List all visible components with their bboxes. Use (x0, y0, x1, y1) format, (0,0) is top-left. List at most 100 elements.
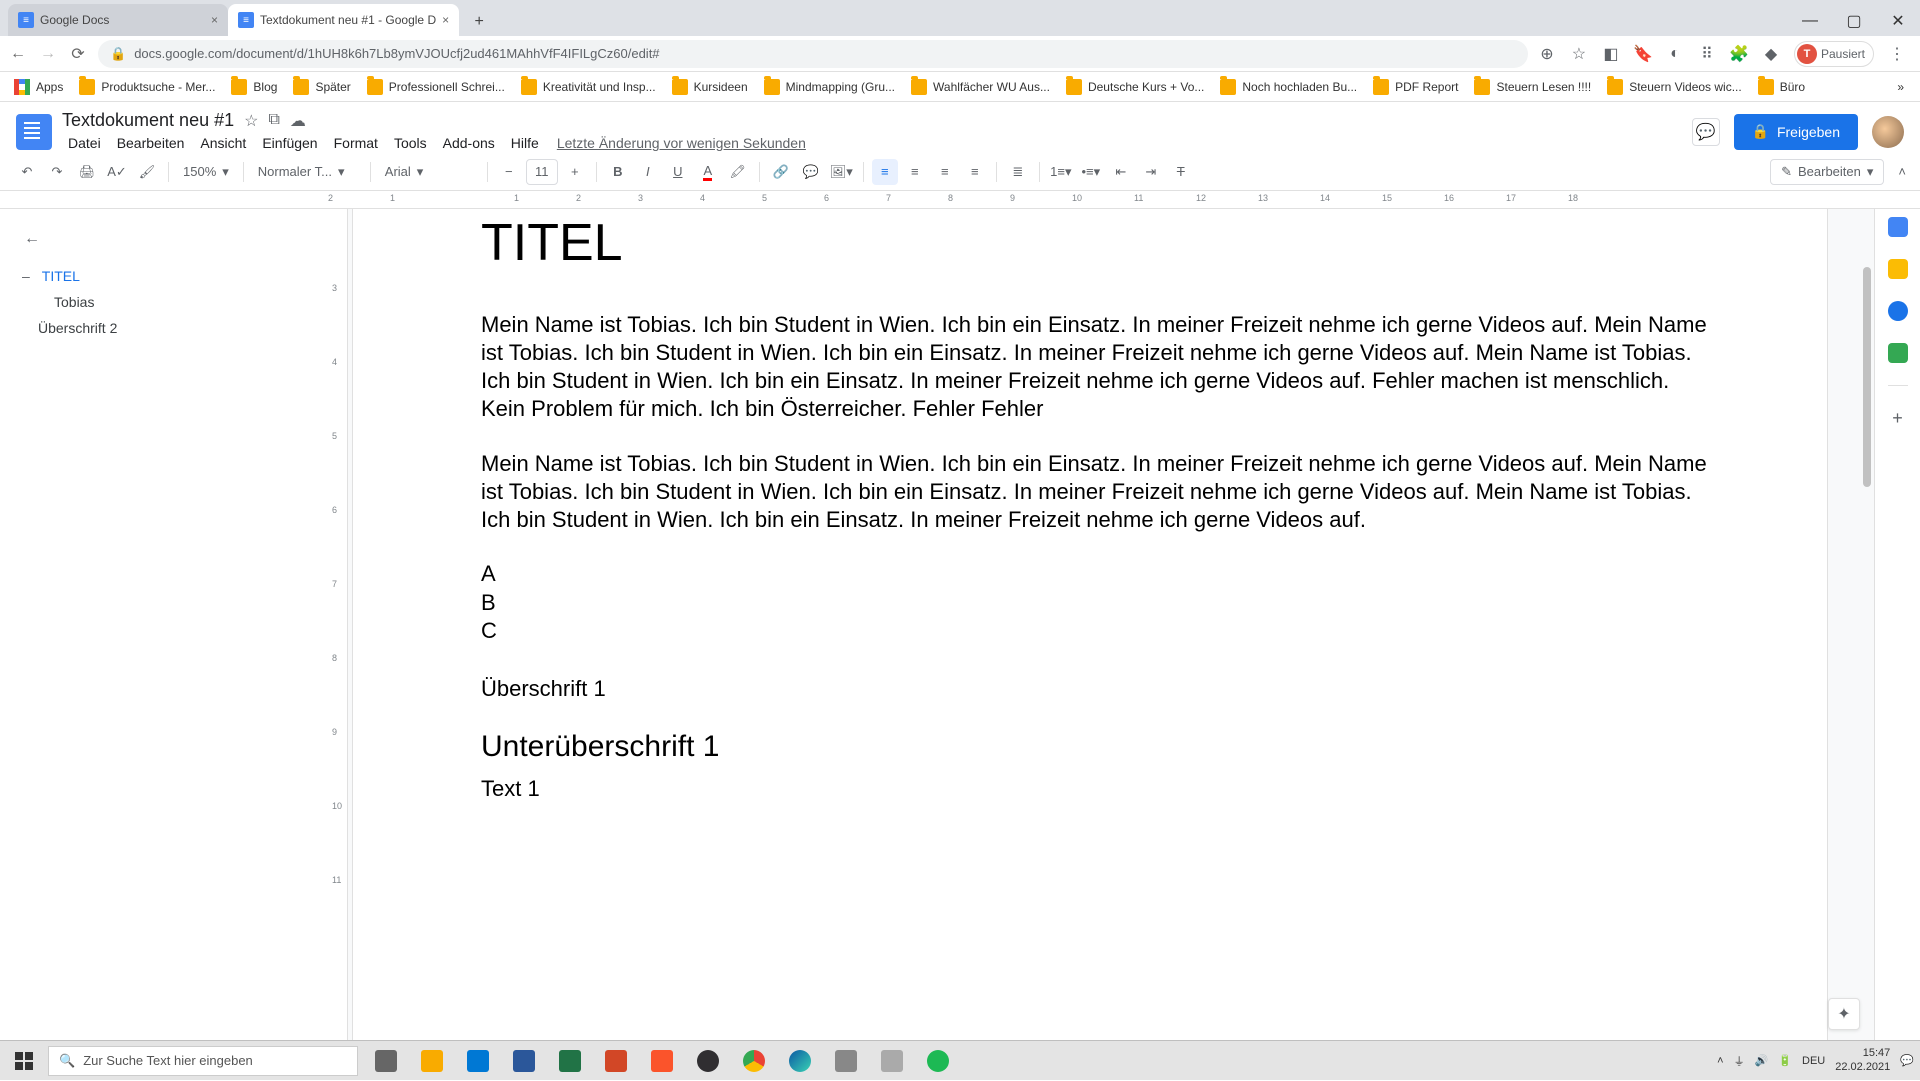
print-button[interactable]: 🖨 (74, 159, 100, 185)
text-color-button[interactable]: A (695, 159, 721, 185)
clear-formatting-button[interactable]: T (1168, 159, 1194, 185)
chrome-app[interactable] (732, 1041, 776, 1081)
paragraph[interactable]: Mein Name ist Tobias. Ich bin Student in… (481, 311, 1711, 424)
insert-comment-button[interactable]: 💬 (798, 159, 824, 185)
keep-addon-icon[interactable] (1888, 259, 1908, 279)
maximize-button[interactable]: ▢ (1832, 6, 1876, 36)
line-spacing-button[interactable]: ≣ (1005, 159, 1031, 185)
menu-icon[interactable]: ⋮ (1888, 45, 1906, 63)
editing-mode-select[interactable]: ✎ Bearbeiten ▾ (1770, 159, 1884, 185)
align-left-button[interactable]: ≡ (872, 159, 898, 185)
font-size-increase[interactable]: + (562, 159, 588, 185)
tray-chevron-up-icon[interactable]: ˄ (1717, 1055, 1723, 1067)
bookmark-item[interactable]: Kursideen (666, 76, 754, 98)
docs-home-button[interactable] (16, 114, 52, 150)
back-button[interactable]: ← (8, 44, 28, 64)
font-family-select[interactable]: Arial▾ (379, 159, 479, 185)
heading-1[interactable]: TITEL (481, 213, 1711, 273)
calendar-addon-icon[interactable] (1888, 217, 1908, 237)
tasks-addon-icon[interactable] (1888, 301, 1908, 321)
browser-tab[interactable]: ≡ Google Docs × (8, 4, 228, 36)
obs-app[interactable] (686, 1041, 730, 1081)
spellcheck-button[interactable]: A✓ (104, 159, 130, 185)
scrollbar-thumb[interactable] (1863, 267, 1871, 487)
bookmark-item[interactable]: Mindmapping (Gru... (758, 76, 901, 98)
horizontal-ruler[interactable]: 21123456789101112131415161718 (0, 191, 1920, 209)
clock[interactable]: 15:47 22.02.2021 (1835, 1047, 1890, 1073)
brave-app[interactable] (640, 1041, 684, 1081)
bookmark-item[interactable]: PDF Report (1367, 76, 1464, 98)
menu-hilfe[interactable]: Hilfe (505, 133, 545, 153)
extension-icon[interactable]: ◧ (1602, 45, 1620, 63)
mail-app[interactable] (456, 1041, 500, 1081)
decrease-indent-button[interactable]: ⇤ (1108, 159, 1134, 185)
vertical-ruler[interactable]: 34567891011 (328, 209, 348, 1040)
contacts-addon-icon[interactable] (1888, 343, 1908, 363)
star-icon[interactable]: ☆ (1570, 45, 1588, 63)
reload-button[interactable]: ⟳ (68, 44, 88, 64)
notepad-app[interactable] (824, 1041, 868, 1081)
network-icon[interactable]: ⏚ (1734, 1053, 1745, 1069)
menu-tools[interactable]: Tools (388, 133, 433, 153)
extension-icon[interactable]: ◆ (1762, 45, 1780, 63)
font-size-decrease[interactable]: − (496, 159, 522, 185)
zoom-icon[interactable]: ⊕ (1538, 45, 1556, 63)
menu-einfuegen[interactable]: Einfügen (256, 133, 323, 153)
bulleted-list-button[interactable]: •≡▾ (1078, 159, 1104, 185)
menu-bearbeiten[interactable]: Bearbeiten (111, 133, 191, 153)
spotify-app[interactable] (916, 1041, 960, 1081)
paragraph-style-select[interactable]: Normaler T...▾ (252, 159, 362, 185)
bookmark-item[interactable]: Deutsche Kurs + Vo... (1060, 76, 1210, 98)
text-line[interactable]: Text 1 (481, 776, 1711, 802)
account-avatar[interactable] (1872, 116, 1904, 148)
paint-format-button[interactable]: 🖌 (134, 159, 160, 185)
outline-close-button[interactable]: ← (18, 225, 46, 253)
insert-link-button[interactable]: 🔗 (768, 159, 794, 185)
move-icon[interactable]: ⧉ (268, 111, 279, 131)
get-addons-button[interactable]: + (1888, 408, 1908, 428)
numbered-list-button[interactable]: 1≡▾ (1048, 159, 1074, 185)
bookmark-item[interactable]: Steuern Lesen !!!! (1468, 76, 1597, 98)
profile-paused-button[interactable]: T Pausiert (1794, 41, 1874, 67)
text-line[interactable]: B (481, 589, 1711, 618)
notepad-app[interactable] (870, 1041, 914, 1081)
align-right-button[interactable]: ≡ (932, 159, 958, 185)
document-canvas[interactable]: 34567891011 TITEL Mein Name ist Tobias. … (328, 209, 1874, 1040)
insert-image-button[interactable]: 🖼▾ (828, 159, 855, 185)
volume-icon[interactable]: 🔊 (1755, 1054, 1769, 1067)
bookmark-item[interactable]: Produktsuche - Mer... (73, 76, 221, 98)
battery-icon[interactable]: 🔋 (1778, 1054, 1792, 1067)
extension-icon[interactable]: 🔖 (1634, 45, 1652, 63)
comment-history-button[interactable]: 💬 (1692, 118, 1720, 146)
bookmark-item[interactable]: Professionell Schrei... (361, 76, 511, 98)
start-button[interactable] (0, 1041, 48, 1081)
bookmarks-overflow[interactable]: » (1889, 80, 1912, 94)
browser-tab[interactable]: ≡ Textdokument neu #1 - Google D × (228, 4, 459, 36)
excel-app[interactable] (548, 1041, 592, 1081)
task-view-button[interactable] (364, 1041, 408, 1081)
align-center-button[interactable]: ≡ (902, 159, 928, 185)
outline-item[interactable]: Tobias (18, 289, 310, 315)
close-icon[interactable]: × (211, 13, 218, 27)
file-explorer-app[interactable] (410, 1041, 454, 1081)
underline-button[interactable]: U (665, 159, 691, 185)
bookmark-item[interactable]: Wahlfächer WU Aus... (905, 76, 1056, 98)
undo-button[interactable]: ↶ (14, 159, 40, 185)
word-app[interactable] (502, 1041, 546, 1081)
bookmark-item[interactable]: Später (287, 76, 356, 98)
forward-button[interactable]: → (38, 44, 58, 64)
italic-button[interactable]: I (635, 159, 661, 185)
align-justify-button[interactable]: ≡ (962, 159, 988, 185)
notifications-icon[interactable]: 💬 (1900, 1054, 1914, 1067)
outline-item[interactable]: Überschrift 2 (18, 315, 310, 341)
increase-indent-button[interactable]: ⇥ (1138, 159, 1164, 185)
explore-button[interactable]: ✦ (1828, 998, 1860, 1030)
zoom-select[interactable]: 150%▾ (177, 159, 235, 185)
cloud-saved-icon[interactable]: ☁ (290, 111, 306, 131)
vertical-scrollbar[interactable] (1860, 227, 1874, 1040)
powerpoint-app[interactable] (594, 1041, 638, 1081)
last-change-link[interactable]: Letzte Änderung vor wenigen Sekunden (549, 135, 806, 151)
close-window-button[interactable]: ✕ (1876, 6, 1920, 36)
paragraph[interactable]: Mein Name ist Tobias. Ich bin Student in… (481, 450, 1711, 534)
taskbar-search[interactable]: 🔍 Zur Suche Text hier eingeben (48, 1046, 358, 1076)
